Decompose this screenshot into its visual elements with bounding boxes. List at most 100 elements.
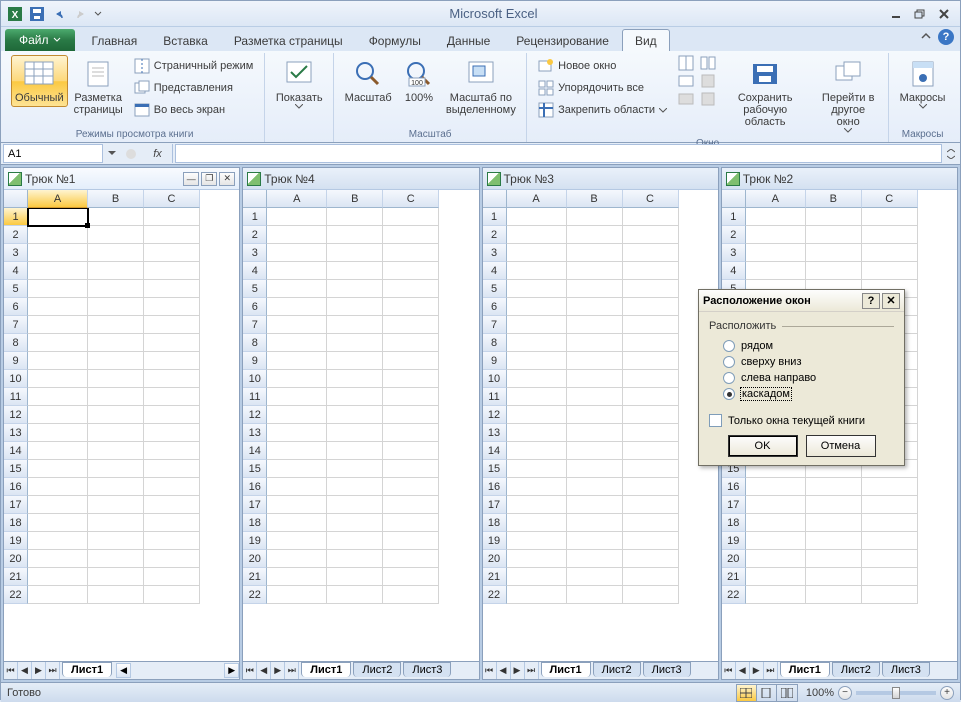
cell[interactable]	[623, 514, 679, 532]
page-break-shortcut[interactable]	[777, 685, 797, 701]
cell[interactable]	[507, 586, 567, 604]
cell[interactable]	[862, 478, 918, 496]
cell[interactable]	[623, 424, 679, 442]
cell[interactable]	[88, 388, 144, 406]
cell[interactable]	[28, 424, 88, 442]
cell[interactable]	[567, 262, 623, 280]
row-header[interactable]: 9	[243, 352, 267, 370]
row-header[interactable]: 14	[4, 442, 28, 460]
cell[interactable]	[383, 586, 439, 604]
cell[interactable]	[567, 478, 623, 496]
row-header[interactable]: 7	[243, 316, 267, 334]
cell[interactable]	[327, 262, 383, 280]
cell[interactable]	[507, 208, 567, 226]
cell[interactable]	[746, 532, 806, 550]
row-header[interactable]: 2	[722, 226, 746, 244]
cell[interactable]	[327, 532, 383, 550]
cell[interactable]	[144, 226, 200, 244]
formula-input[interactable]	[175, 144, 942, 163]
cell[interactable]	[746, 208, 806, 226]
row-header[interactable]: 15	[4, 460, 28, 478]
cell[interactable]	[267, 586, 327, 604]
column-header[interactable]: C	[623, 190, 679, 208]
row-header[interactable]: 8	[243, 334, 267, 352]
cell[interactable]	[327, 226, 383, 244]
cell[interactable]	[507, 478, 567, 496]
cell[interactable]	[267, 352, 327, 370]
cell[interactable]	[567, 388, 623, 406]
row-header[interactable]: 19	[4, 532, 28, 550]
cell[interactable]	[806, 514, 862, 532]
cell[interactable]	[28, 406, 88, 424]
cell[interactable]	[88, 496, 144, 514]
sheet-nav-arrow[interactable]: ◀	[497, 662, 511, 679]
cell[interactable]	[623, 370, 679, 388]
cell[interactable]	[327, 478, 383, 496]
close-icon[interactable]	[932, 5, 956, 23]
cell[interactable]	[267, 460, 327, 478]
row-header[interactable]: 8	[483, 334, 507, 352]
cell[interactable]	[806, 208, 862, 226]
row-header[interactable]: 17	[4, 496, 28, 514]
cell[interactable]	[746, 514, 806, 532]
row-header[interactable]: 20	[4, 550, 28, 568]
column-header[interactable]: B	[567, 190, 623, 208]
sheet-nav-arrow[interactable]: ◀	[736, 662, 750, 679]
cell[interactable]	[28, 442, 88, 460]
cell[interactable]	[383, 370, 439, 388]
row-header[interactable]: 16	[483, 478, 507, 496]
cell[interactable]	[144, 352, 200, 370]
cell[interactable]	[806, 478, 862, 496]
cell[interactable]	[144, 442, 200, 460]
row-header[interactable]: 11	[243, 388, 267, 406]
cell[interactable]	[623, 550, 679, 568]
ribbon-tab-3[interactable]: Формулы	[356, 29, 434, 51]
column-header[interactable]: A	[28, 190, 88, 208]
sheet-tab[interactable]: Лист3	[882, 662, 930, 677]
arrange-all-button[interactable]: Упорядочить все	[533, 77, 672, 99]
row-header[interactable]: 16	[4, 478, 28, 496]
column-header[interactable]: C	[383, 190, 439, 208]
cell[interactable]	[623, 496, 679, 514]
cell[interactable]	[862, 262, 918, 280]
cell[interactable]	[88, 280, 144, 298]
row-header[interactable]: 1	[722, 208, 746, 226]
file-tab[interactable]: Файл	[5, 29, 75, 51]
column-header[interactable]: A	[746, 190, 806, 208]
cell[interactable]	[383, 280, 439, 298]
row-header[interactable]: 15	[483, 460, 507, 478]
cell[interactable]	[623, 280, 679, 298]
cell[interactable]	[567, 550, 623, 568]
row-header[interactable]: 7	[483, 316, 507, 334]
cell[interactable]	[267, 388, 327, 406]
cell[interactable]	[383, 334, 439, 352]
cell[interactable]	[567, 586, 623, 604]
undo-icon[interactable]	[49, 4, 69, 24]
cell[interactable]	[507, 244, 567, 262]
cell[interactable]	[267, 244, 327, 262]
cell[interactable]	[806, 496, 862, 514]
row-header[interactable]: 22	[243, 586, 267, 604]
workbook-titlebar[interactable]: Трюк №4	[243, 168, 478, 190]
cell[interactable]	[144, 208, 200, 226]
sync-scroll-icon[interactable]	[700, 73, 716, 89]
cell[interactable]	[144, 406, 200, 424]
row-header[interactable]: 3	[243, 244, 267, 262]
cell[interactable]	[623, 262, 679, 280]
column-header[interactable]: C	[862, 190, 918, 208]
zoom-selection-button[interactable]: Масштаб по выделенному	[442, 55, 521, 119]
row-header[interactable]: 9	[483, 352, 507, 370]
select-all-corner[interactable]	[4, 190, 28, 208]
ribbon-tab-5[interactable]: Рецензирование	[503, 29, 622, 51]
row-header[interactable]: 10	[4, 370, 28, 388]
column-header[interactable]: B	[327, 190, 383, 208]
select-all-corner[interactable]	[483, 190, 507, 208]
cell[interactable]	[28, 298, 88, 316]
row-header[interactable]: 1	[243, 208, 267, 226]
zoom-slider[interactable]	[856, 691, 936, 695]
row-header[interactable]: 13	[243, 424, 267, 442]
cell[interactable]	[623, 226, 679, 244]
cell[interactable]	[28, 460, 88, 478]
cell[interactable]	[144, 298, 200, 316]
wb-restore-button[interactable]: ❐	[201, 172, 217, 186]
